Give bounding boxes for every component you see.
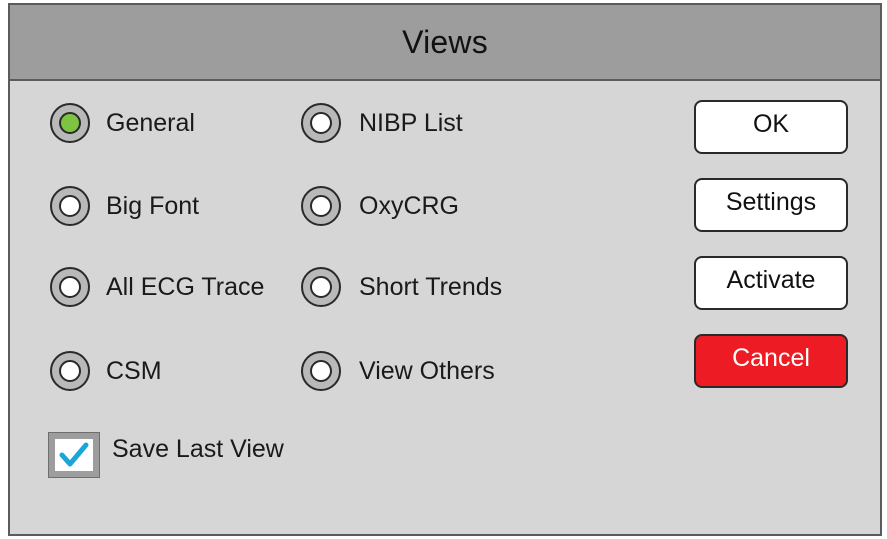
radio-all-ecg-trace[interactable]: All ECG Trace (50, 265, 264, 309)
save-last-view-checkbox[interactable]: Save Last View (48, 432, 284, 478)
radio-button[interactable] (50, 186, 90, 226)
dialog-title: Views (402, 23, 488, 60)
radio-indicator (59, 360, 81, 382)
cancel-button[interactable]: Cancel (694, 334, 848, 388)
radio-big-font[interactable]: Big Font (50, 184, 199, 228)
checkbox-label: Save Last View (112, 434, 284, 463)
check-mark-icon (59, 442, 89, 467)
radio-indicator-selected (59, 112, 81, 134)
radio-label: View Others (359, 356, 495, 385)
activate-button[interactable]: Activate (694, 256, 848, 310)
radio-nibp-list[interactable]: NIBP List (301, 101, 463, 145)
radio-label: CSM (106, 356, 162, 385)
radio-button[interactable] (50, 351, 90, 391)
title-bar: Views (10, 5, 880, 81)
radio-indicator (59, 276, 81, 298)
ok-button[interactable]: OK (694, 100, 848, 154)
radio-button[interactable] (301, 186, 341, 226)
radio-general[interactable]: General (50, 101, 195, 145)
radio-label: Short Trends (359, 272, 503, 301)
settings-button[interactable]: Settings (694, 178, 848, 232)
checkbox[interactable] (48, 432, 100, 478)
radio-oxycrg[interactable]: OxyCRG (301, 184, 459, 228)
radio-button[interactable] (50, 103, 90, 143)
radio-label: All ECG Trace (106, 272, 265, 301)
radio-button[interactable] (301, 267, 341, 307)
radio-indicator (310, 195, 332, 217)
radio-label: NIBP List (359, 108, 463, 137)
radio-label: OxyCRG (359, 191, 459, 220)
radio-indicator (310, 276, 332, 298)
radio-button[interactable] (301, 351, 341, 391)
radio-button[interactable] (301, 103, 341, 143)
radio-indicator (59, 195, 81, 217)
radio-button[interactable] (50, 267, 90, 307)
radio-csm[interactable]: CSM (50, 349, 162, 393)
radio-short-trends[interactable]: Short Trends (301, 265, 502, 309)
checkbox-inner (55, 439, 93, 471)
radio-label: General (106, 108, 195, 137)
radio-label: Big Font (106, 191, 200, 220)
radio-indicator (310, 112, 332, 134)
views-dialog: Views General Big Font All ECG Trace CSM… (8, 3, 882, 536)
radio-view-others[interactable]: View Others (301, 349, 495, 393)
radio-indicator (310, 360, 332, 382)
